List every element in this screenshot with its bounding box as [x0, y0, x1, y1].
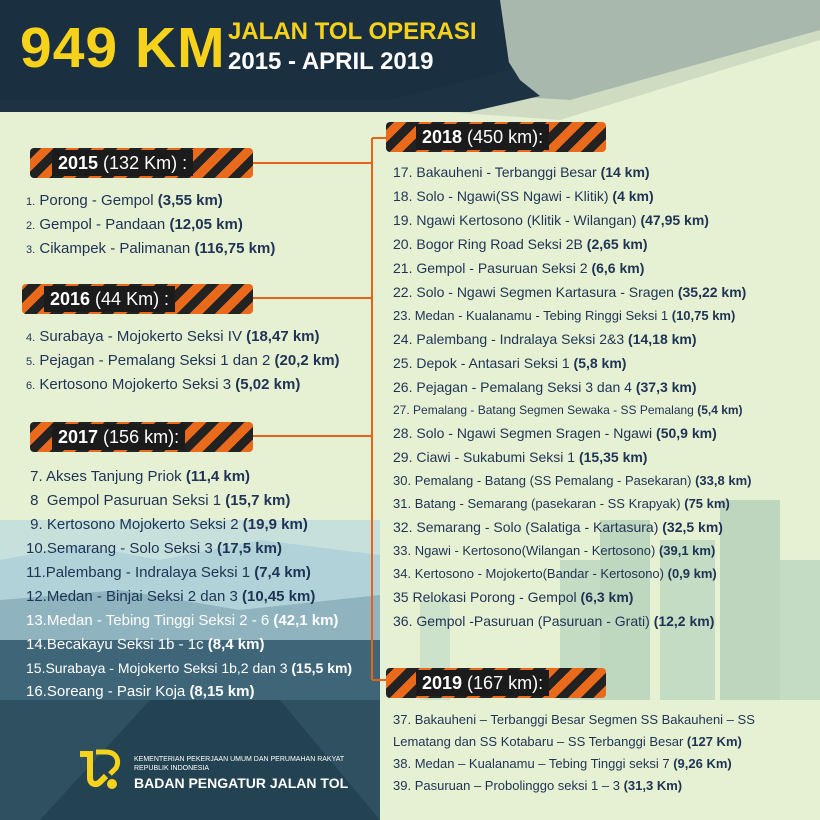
list-item: 31. Batang - Semarang (pasekaran - SS Kr… [393, 496, 730, 511]
list-item: 38. Medan – Kualanamu – Tebing Tinggi se… [393, 756, 732, 771]
list-item: 16.Soreang - Pasir Koja (8,15 km) [26, 683, 255, 700]
list-2018: 17. Bakauheni - Terbanggi Besar (14 km) … [393, 165, 751, 628]
list-item: 15.Surabaya - Mojokerto Seksi 1b,2 dan 3… [26, 660, 353, 676]
list-item: 22. Solo - Ngawi Segmen Kartasura - Srag… [393, 284, 747, 300]
list-item: 37. Bakauheni – Terbanggi Besar Segmen S… [393, 712, 755, 727]
year-2018-total: (450 km): [462, 127, 544, 147]
list-item: 32. Semarang - Solo (Salatiga - Kartasur… [393, 519, 723, 535]
list-item: 26. Pejagan - Pemalang Seksi 3 dan 4 (37… [393, 379, 697, 395]
list-item: 12.Medan - Binjai Seksi 2 dan 3 (10,45 k… [26, 588, 316, 605]
year-2015-total: (132 Km) : [98, 153, 188, 173]
list-item: 25. Depok - Antasari Seksi 1 (5,8 km) [393, 355, 627, 371]
list-item: 10.Semarang - Solo Seksi 3 (17,5 km) [26, 540, 282, 557]
list-item: 35 Relokasi Porong - Gempol (6,3 km) [393, 589, 634, 605]
list-item: 3. Cikampek - Palimanan (116,75 km) [26, 240, 276, 257]
list-item: 24. Palembang - Indralaya Seksi 2&3 (14,… [393, 331, 697, 347]
list-2015: 1. Porong - Gempol (3,55 km) 2. Gempol -… [26, 193, 275, 256]
list-item: 4. Surabaya - Mojokerto Seksi IV (18,47 … [26, 328, 320, 345]
list-2017: 7. Akses Tanjung Priok (11,4 km) 8 Gempo… [26, 469, 352, 699]
year-bar-2016: 2016 (44 Km) : [22, 284, 253, 314]
list-item: 19. Ngawi Kertosono (Klitik - Wilangan) … [393, 212, 709, 228]
list-2016: 4. Surabaya - Mojokerto Seksi IV (18,47 … [26, 329, 340, 392]
list-item: 33. Ngawi - Kertosono(Wilangan - Kertoso… [393, 543, 716, 558]
list-item: 6. Kertosono Mojokerto Seksi 3 (5,02 km) [26, 376, 301, 393]
list-item: 34. Kertosono - Mojokerto(Bandar - Kerto… [393, 566, 717, 581]
year-2019-total: (167 km): [462, 673, 544, 693]
year-2016-total: (44 Km) : [90, 289, 170, 309]
header-period: 2015 - APRIL 2019 [228, 48, 434, 75]
list-item: 18. Solo - Ngawi(SS Ngawi - Klitik) (4 k… [393, 188, 654, 204]
road-logo-icon [80, 749, 121, 789]
list-item: 20. Bogor Ring Road Seksi 2B (2,65 km) [393, 236, 648, 252]
header-title: JALAN TOL OPERASI [228, 18, 477, 45]
year-bar-2018: 2018 (450 km): [386, 122, 606, 152]
list-item: 36. Gempol -Pasuruan (Pasuruan - Grati) … [393, 613, 715, 629]
ministry-name: KEMENTERIAN PEKERJAAN UMUM DAN PERUMAHAN… [134, 756, 345, 763]
list-item: 39. Pasuruan – Probolinggo seksi 1 – 3 (… [393, 778, 683, 793]
year-2017: 2017 [58, 427, 99, 447]
list-2019: 37. Bakauheni – Terbanggi Besar Segmen S… [393, 713, 755, 792]
list-item: 30. Pemalang - Batang (SS Pemalang - Pas… [393, 473, 752, 488]
republic-name: REPUBLIK INDONESIA [134, 765, 210, 772]
year-bar-2017: 2017 (156 km): [30, 422, 253, 452]
year-2016: 2016 [50, 289, 91, 309]
list-item: 21. Gempol - Pasuruan Seksi 2 (6,6 km) [393, 260, 645, 276]
year-2018: 2018 [422, 127, 463, 147]
year-2017-total: (156 km): [98, 427, 180, 447]
year-bar-2015: 2015 (132 Km) : [30, 148, 253, 178]
list-item: 11.Palembang - Indralaya Seksi 1 (7,4 km… [26, 564, 311, 581]
list-item: 23. Medan - Kualanamu - Tebing Ringgi Se… [393, 308, 736, 323]
year-2019: 2019 [422, 673, 463, 693]
list-item: 17. Bakauheni - Terbanggi Besar (14 km) [393, 164, 650, 180]
list-item: 28. Solo - Ngawi Segmen Sragen - Ngawi (… [393, 425, 717, 441]
infographic-canvas: 949 KM JALAN TOL OPERASI 2015 - APRIL 20… [0, 0, 820, 820]
list-item: 13.Medan - Tebing Tinggi Seksi 2 - 6 (42… [26, 612, 339, 629]
year-2015: 2015 [58, 153, 99, 173]
list-item: 7. Akses Tanjung Priok (11,4 km) [30, 468, 251, 485]
list-item: 9. Kertosono Mojokerto Seksi 2 (19,9 km) [30, 516, 308, 533]
list-item: 2. Gempol - Pandaan (12,05 km) [26, 216, 243, 233]
year-bar-2019: 2019 (167 km): [386, 668, 606, 698]
list-item: 1. Porong - Gempol (3,55 km) [26, 192, 223, 209]
list-item: 29. Ciawi - Sukabumi Seksi 1 (15,35 km) [393, 449, 648, 465]
list-item: 8 Gempol Pasuruan Seksi 1 (15,7 km) [30, 492, 291, 509]
list-item: 5. Pejagan - Pemalang Seksi 1 dan 2 (20,… [26, 352, 340, 369]
agency-name: BADAN PENGATUR JALAN TOL [134, 775, 349, 791]
list-item: Lematang dan SS Kotabaru – SS Terbanggi … [393, 734, 742, 749]
list-item: 27. Pemalang - Batang Segmen Sewaka - SS… [393, 403, 743, 417]
list-item: 14.Becakayu Seksi 1b - 1c (8,4 km) [26, 636, 265, 653]
total-length: 949 KM [20, 16, 226, 80]
